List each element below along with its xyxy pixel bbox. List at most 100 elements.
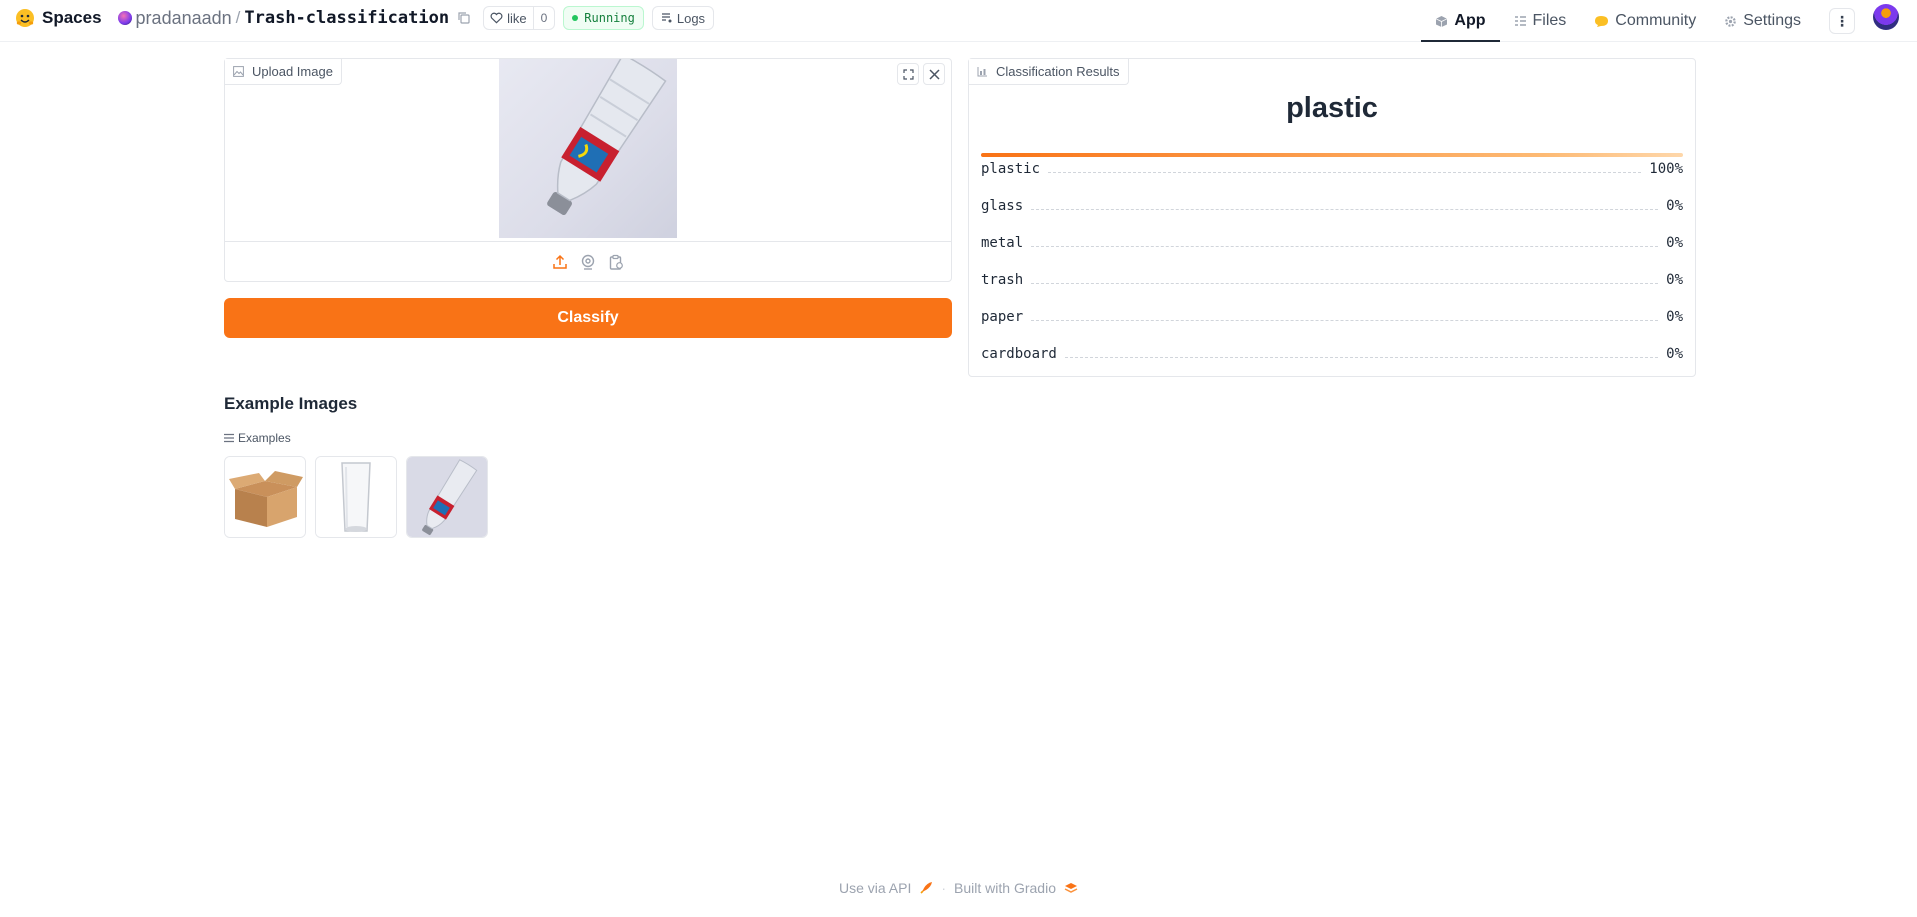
confidence-label: trash: [981, 272, 1024, 288]
examples-heading: Example Images: [224, 394, 358, 413]
examples-gallery: [224, 456, 488, 538]
predicted-label: plastic: [1286, 92, 1378, 124]
heart-icon: [490, 12, 503, 24]
label-icon: [977, 67, 987, 77]
logs-icon: [661, 13, 672, 23]
fullscreen-icon: [902, 68, 914, 80]
fullscreen-button[interactable]: [897, 63, 919, 85]
tab-files-label: Files: [1532, 12, 1567, 29]
like-button[interactable]: like 0: [483, 6, 556, 30]
clipboard-source-button[interactable]: [607, 253, 625, 271]
classification-results-label-text: Classification Results: [996, 64, 1120, 79]
dotted-leader: [1031, 209, 1659, 210]
confidence-label: plastic: [981, 161, 1041, 177]
tab-community-label: Community: [1615, 12, 1697, 29]
upload-icon: [553, 254, 567, 269]
header-nav: App Files Community Settings ⋮: [1421, 0, 1917, 42]
confidence-row: glass 0%: [981, 198, 1683, 214]
confidence-row: paper 0%: [981, 309, 1683, 325]
classify-button[interactable]: Classify: [224, 298, 952, 338]
dotted-leader: [1031, 283, 1659, 284]
use-via-api-link[interactable]: Use via API: [839, 880, 911, 896]
tab-app[interactable]: App: [1421, 0, 1500, 42]
dotted-leader: [1031, 320, 1659, 321]
owner-avatar: [117, 11, 132, 25]
status-badge[interactable]: Running: [563, 6, 644, 30]
tab-files[interactable]: Files: [1500, 0, 1581, 42]
confidence-bar: [981, 153, 1683, 157]
tab-app-label: App: [1454, 12, 1486, 29]
confidence-item-paper[interactable]: paper 0%: [981, 301, 1683, 338]
cube-icon: [1436, 15, 1448, 27]
confidence-list: plastic 100% glass 0% metal 0% trash 0% …: [981, 153, 1683, 375]
upload-source-button[interactable]: [551, 253, 569, 271]
webcam-source-button[interactable]: [579, 253, 597, 271]
tab-settings[interactable]: Settings: [1710, 0, 1815, 42]
confidence-percent: 0%: [1666, 272, 1683, 288]
upload-image-panel[interactable]: Upload Image: [224, 58, 952, 282]
confidence-row: metal 0%: [981, 235, 1683, 251]
built-with-gradio-link[interactable]: Built with Gradio: [954, 880, 1056, 896]
image-tools: [897, 63, 945, 85]
kebab-menu-icon: ⋮: [1835, 12, 1849, 29]
plastic-bottle-image: [407, 457, 487, 537]
upload-image-label: Upload Image: [225, 59, 342, 85]
community-icon: [1595, 15, 1609, 27]
files-icon: [1514, 15, 1526, 26]
tab-community[interactable]: Community: [1580, 0, 1710, 42]
rocket-icon: [920, 882, 933, 894]
user-avatar[interactable]: [1873, 4, 1899, 30]
more-options-button[interactable]: ⋮: [1829, 8, 1855, 34]
confidence-percent: 0%: [1666, 235, 1683, 251]
owner-link[interactable]: pradanaadn: [136, 8, 232, 29]
gear-icon: [1725, 15, 1736, 27]
confidence-row: cardboard 0%: [981, 346, 1683, 362]
like-count[interactable]: 0: [532, 7, 555, 29]
cardboard-box-image: [225, 457, 305, 537]
confidence-label: metal: [981, 235, 1024, 251]
clipboard-icon: [609, 254, 623, 270]
like-toggle[interactable]: like: [484, 11, 533, 26]
examples-label-text: Examples: [238, 431, 291, 445]
confidence-item-metal[interactable]: metal 0%: [981, 227, 1683, 264]
logs-label: Logs: [676, 10, 706, 26]
header-left: Spaces pradanaadn / Trash-classification…: [14, 0, 715, 36]
confidence-label: glass: [981, 198, 1024, 214]
uploaded-image-preview: [499, 59, 677, 238]
like-label: like: [507, 10, 527, 26]
confidence-row: plastic 100%: [981, 161, 1683, 177]
spaces-link[interactable]: Spaces: [42, 8, 102, 28]
upload-image-label-text: Upload Image: [252, 64, 333, 79]
examples-label: Examples: [224, 431, 291, 445]
gradio-logo-icon: [1064, 883, 1078, 893]
confidence-percent: 100%: [1649, 161, 1683, 177]
copy-icon[interactable]: [457, 11, 471, 25]
footer-separator: ·: [941, 880, 947, 896]
example-glass[interactable]: [315, 456, 397, 538]
confidence-item-plastic[interactable]: plastic 100%: [981, 153, 1683, 190]
confidence-item-cardboard[interactable]: cardboard 0%: [981, 338, 1683, 375]
clear-image-button[interactable]: [923, 63, 945, 85]
confidence-label: cardboard: [981, 346, 1057, 362]
confidence-row: trash 0%: [981, 272, 1683, 288]
confidence-item-trash[interactable]: trash 0%: [981, 264, 1683, 301]
example-plastic-bottle[interactable]: [406, 456, 488, 538]
logs-button[interactable]: Logs: [651, 6, 715, 30]
confidence-item-glass[interactable]: glass 0%: [981, 190, 1683, 227]
classification-results-panel: Classification Results plastic plastic 1…: [968, 58, 1696, 377]
example-cardboard[interactable]: [224, 456, 306, 538]
hugging-face-logo-icon[interactable]: [14, 7, 36, 29]
path-separator: /: [235, 8, 241, 27]
confidence-percent: 0%: [1666, 309, 1683, 325]
dotted-leader: [1064, 357, 1659, 358]
plastic-bottle-image: [547, 59, 667, 216]
tab-settings-label: Settings: [1743, 12, 1801, 29]
glass-image: [316, 457, 396, 537]
top-bar: Spaces pradanaadn / Trash-classification…: [0, 0, 1917, 42]
status-dot-icon: [572, 15, 579, 21]
list-icon: [224, 433, 234, 443]
repo-name-link[interactable]: Trash-classification: [244, 8, 449, 28]
status-text: Running: [584, 11, 635, 25]
confidence-label: paper: [981, 309, 1024, 325]
dotted-leader: [1031, 246, 1659, 247]
